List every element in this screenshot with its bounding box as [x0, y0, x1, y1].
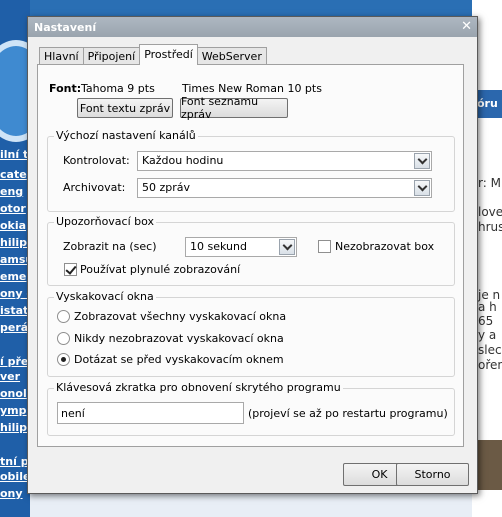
background-link[interactable]: í pře	[0, 355, 28, 369]
message-font-button[interactable]: Font textu zpráv	[77, 98, 173, 118]
check-interval-select[interactable]: Každou hodinu	[137, 151, 432, 171]
popups-group: Vyskakovací okna Zobrazovat všechny vysk…	[47, 290, 455, 377]
tab-webserver[interactable]: WebServer	[196, 47, 267, 65]
chevron-down-icon[interactable]	[414, 153, 430, 169]
hide-box-label: Nezobrazovat box	[335, 240, 435, 253]
popup-never-radio[interactable]	[57, 332, 70, 345]
background-link[interactable]: ony e	[0, 287, 28, 301]
archive-select[interactable]: 50 zpráv	[137, 178, 432, 198]
background-link[interactable]: ilní t	[0, 148, 28, 162]
popup-show-all-label: Zobrazovat všechny vyskakovací okna	[74, 310, 287, 323]
dialog-title: Nastavení	[34, 21, 97, 34]
background-text: ořen	[478, 358, 502, 372]
background-link[interactable]: istatr	[0, 304, 28, 318]
list-font-button[interactable]: Font seznamu zpráv	[180, 95, 288, 121]
hotkey-note: (projeví se až po restartu programu)	[248, 407, 448, 420]
background-text: slec	[478, 343, 502, 357]
background-link[interactable]: okia	[0, 219, 28, 233]
popup-ask-radio[interactable]	[57, 353, 70, 366]
popup-never-label: Nikdy nezobrazovat vyskakovací okna	[74, 332, 284, 345]
background-link[interactable]: onol	[0, 387, 28, 401]
notification-box-group: Upozorňovací box Zobrazit na (sec) 10 se…	[47, 215, 455, 286]
background-link[interactable]: tní p	[0, 455, 28, 469]
background-link[interactable]: ver	[0, 370, 28, 384]
chevron-down-icon[interactable]	[414, 180, 430, 196]
chevron-down-icon[interactable]	[279, 239, 295, 255]
check-interval-label: Kontrolovat:	[63, 154, 130, 167]
popup-ask-label: Dotázat se před vyskakovacím oknem	[74, 353, 284, 366]
background-text: r: M	[478, 176, 501, 190]
popups-legend: Vyskakovací okna	[54, 290, 156, 303]
hotkey-legend: Klávesová zkratka pro obnovení skrytého …	[54, 381, 343, 394]
tab-panel-environment: Font: Tahoma 9 pts Times New Roman 10 pt…	[37, 64, 464, 447]
settings-dialog: Nastavení ✕ Hlavní Připojení Prostředí W…	[27, 16, 478, 494]
archive-label: Archivovat:	[63, 181, 126, 194]
font-label: Font:	[49, 82, 82, 95]
channel-defaults-group: Výchozí nastavení kanálů Kontrolovat: Ka…	[47, 129, 455, 212]
background-link[interactable]: eme	[0, 270, 28, 284]
list-font-value: Times New Roman 10 pts	[182, 82, 322, 95]
hide-box-checkbox[interactable]	[318, 240, 331, 253]
archive-value: 50 zpráv	[142, 181, 191, 194]
background-footer	[30, 494, 472, 517]
tab-main[interactable]: Hlavní	[39, 47, 84, 65]
background-link[interactable]: eng	[0, 185, 28, 199]
background-link[interactable]: hilips	[0, 421, 28, 435]
background-link[interactable]: cate	[0, 168, 28, 182]
show-duration-label: Zobrazit na (sec)	[63, 240, 157, 253]
tab-connection[interactable]: Připojení	[82, 47, 141, 65]
close-icon[interactable]: ✕	[461, 19, 472, 34]
cancel-button[interactable]: Storno	[396, 463, 469, 486]
show-duration-select[interactable]: 10 sekund	[185, 237, 297, 257]
background-link[interactable]: otor	[0, 202, 28, 216]
dialog-titlebar[interactable]: Nastavení ✕	[28, 17, 477, 37]
background-link[interactable]: ymp	[0, 404, 28, 418]
background-link[interactable]: amsu	[0, 253, 28, 267]
background-link[interactable]: obile	[0, 470, 28, 484]
background-text: a h	[478, 300, 497, 314]
hotkey-input[interactable]	[57, 402, 244, 424]
show-duration-value: 10 sekund	[190, 240, 247, 253]
background-text: 65	[478, 314, 494, 328]
smooth-display-checkbox[interactable]	[64, 263, 77, 276]
background-text: hrus	[478, 220, 502, 234]
message-font-value: Tahoma 9 pts	[81, 82, 155, 95]
smooth-display-label: Používat plynulé zobrazování	[80, 263, 241, 276]
notification-box-legend: Upozorňovací box	[54, 215, 157, 228]
background-text: love	[478, 205, 502, 219]
tab-bar: Hlavní Připojení Prostředí WebServer	[39, 44, 267, 65]
hotkey-group: Klávesová zkratka pro obnovení skrytého …	[47, 381, 455, 436]
channel-defaults-legend: Výchozí nastavení kanálů	[54, 129, 198, 142]
check-interval-value: Každou hodinu	[142, 154, 224, 167]
popup-show-all-radio[interactable]	[57, 310, 70, 323]
background-button[interactable]: óru	[475, 90, 502, 118]
background-link[interactable]: hilips	[0, 236, 28, 250]
background-text: y a	[478, 328, 497, 342]
background-link[interactable]: perá	[0, 321, 28, 335]
background-link[interactable]: ony	[0, 487, 28, 501]
tab-environment[interactable]: Prostředí	[139, 44, 198, 65]
